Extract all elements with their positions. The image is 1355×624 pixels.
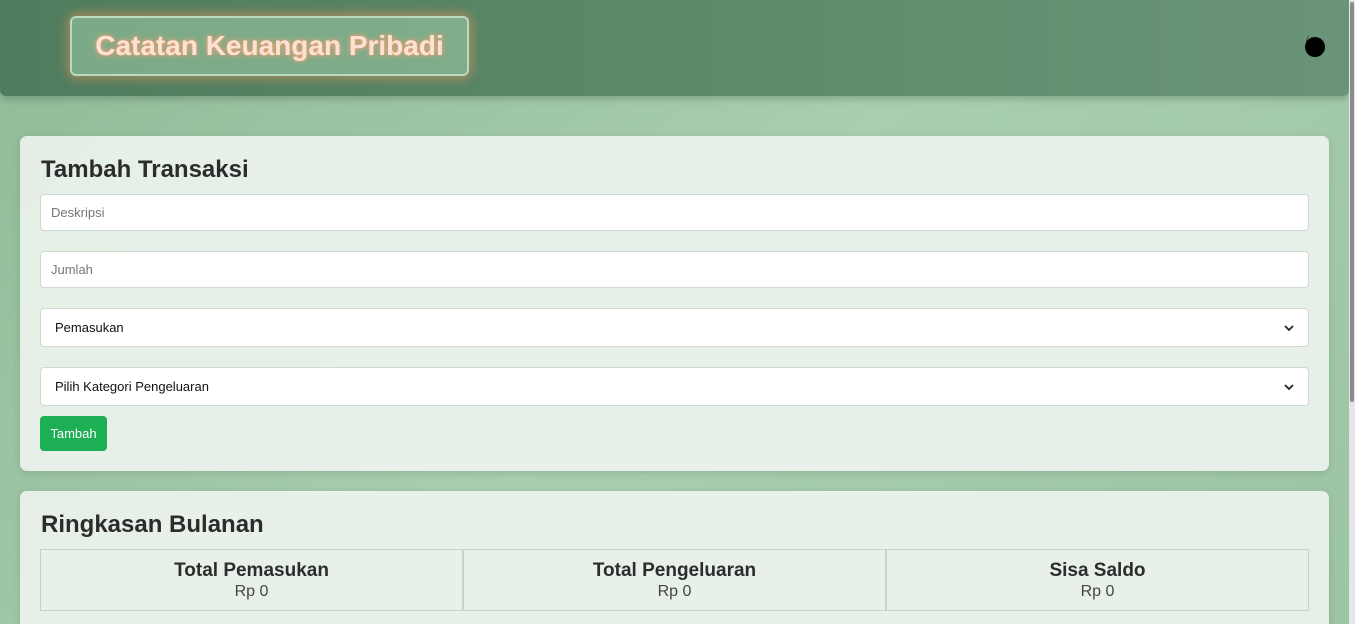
expense-category-value: Pilih Kategori Pengeluaran	[55, 379, 209, 394]
page-scrollbar[interactable]	[1349, 0, 1355, 624]
description-input[interactable]	[40, 194, 1309, 231]
total-expense-box: Total Pengeluaran Rp 0	[463, 549, 886, 611]
add-button[interactable]: Tambah	[40, 416, 107, 451]
app-title-box: Catatan Keuangan Pribadi	[70, 16, 469, 76]
chevron-down-icon	[1284, 324, 1294, 331]
remaining-balance-box: Sisa Saldo Rp 0	[886, 549, 1309, 611]
total-expense-label: Total Pengeluaran	[592, 560, 757, 581]
expense-category-select[interactable]: Pilih Kategori Pengeluaran	[40, 367, 1309, 406]
remaining-balance-label: Sisa Saldo	[1049, 560, 1146, 581]
add-transaction-card: Tambah Transaksi Pemasukan Pilih Kategor…	[20, 136, 1329, 471]
scrollbar-thumb[interactable]	[1350, 2, 1354, 402]
app-header: Catatan Keuangan Pribadi	[0, 0, 1349, 96]
total-income-box: Total Pemasukan Rp 0	[40, 549, 463, 611]
monthly-summary-title: Ringkasan Bulanan	[41, 511, 264, 538]
moon-icon[interactable]	[1299, 30, 1329, 60]
remaining-balance-value: Rp 0	[1080, 583, 1115, 600]
monthly-summary-card: Ringkasan Bulanan Total Pemasukan Rp 0 T…	[20, 491, 1329, 624]
add-transaction-title: Tambah Transaksi	[41, 156, 249, 183]
app-title: Catatan Keuangan Pribadi	[95, 30, 444, 61]
amount-input[interactable]	[40, 251, 1309, 288]
chevron-down-icon	[1284, 383, 1294, 390]
total-income-label: Total Pemasukan	[174, 560, 329, 581]
total-income-value: Rp 0	[234, 583, 269, 600]
total-expense-value: Rp 0	[657, 583, 692, 600]
transaction-type-select[interactable]: Pemasukan	[40, 308, 1309, 347]
summary-grid: Total Pemasukan Rp 0 Total Pengeluaran R…	[40, 549, 1309, 611]
transaction-type-value: Pemasukan	[55, 320, 124, 335]
